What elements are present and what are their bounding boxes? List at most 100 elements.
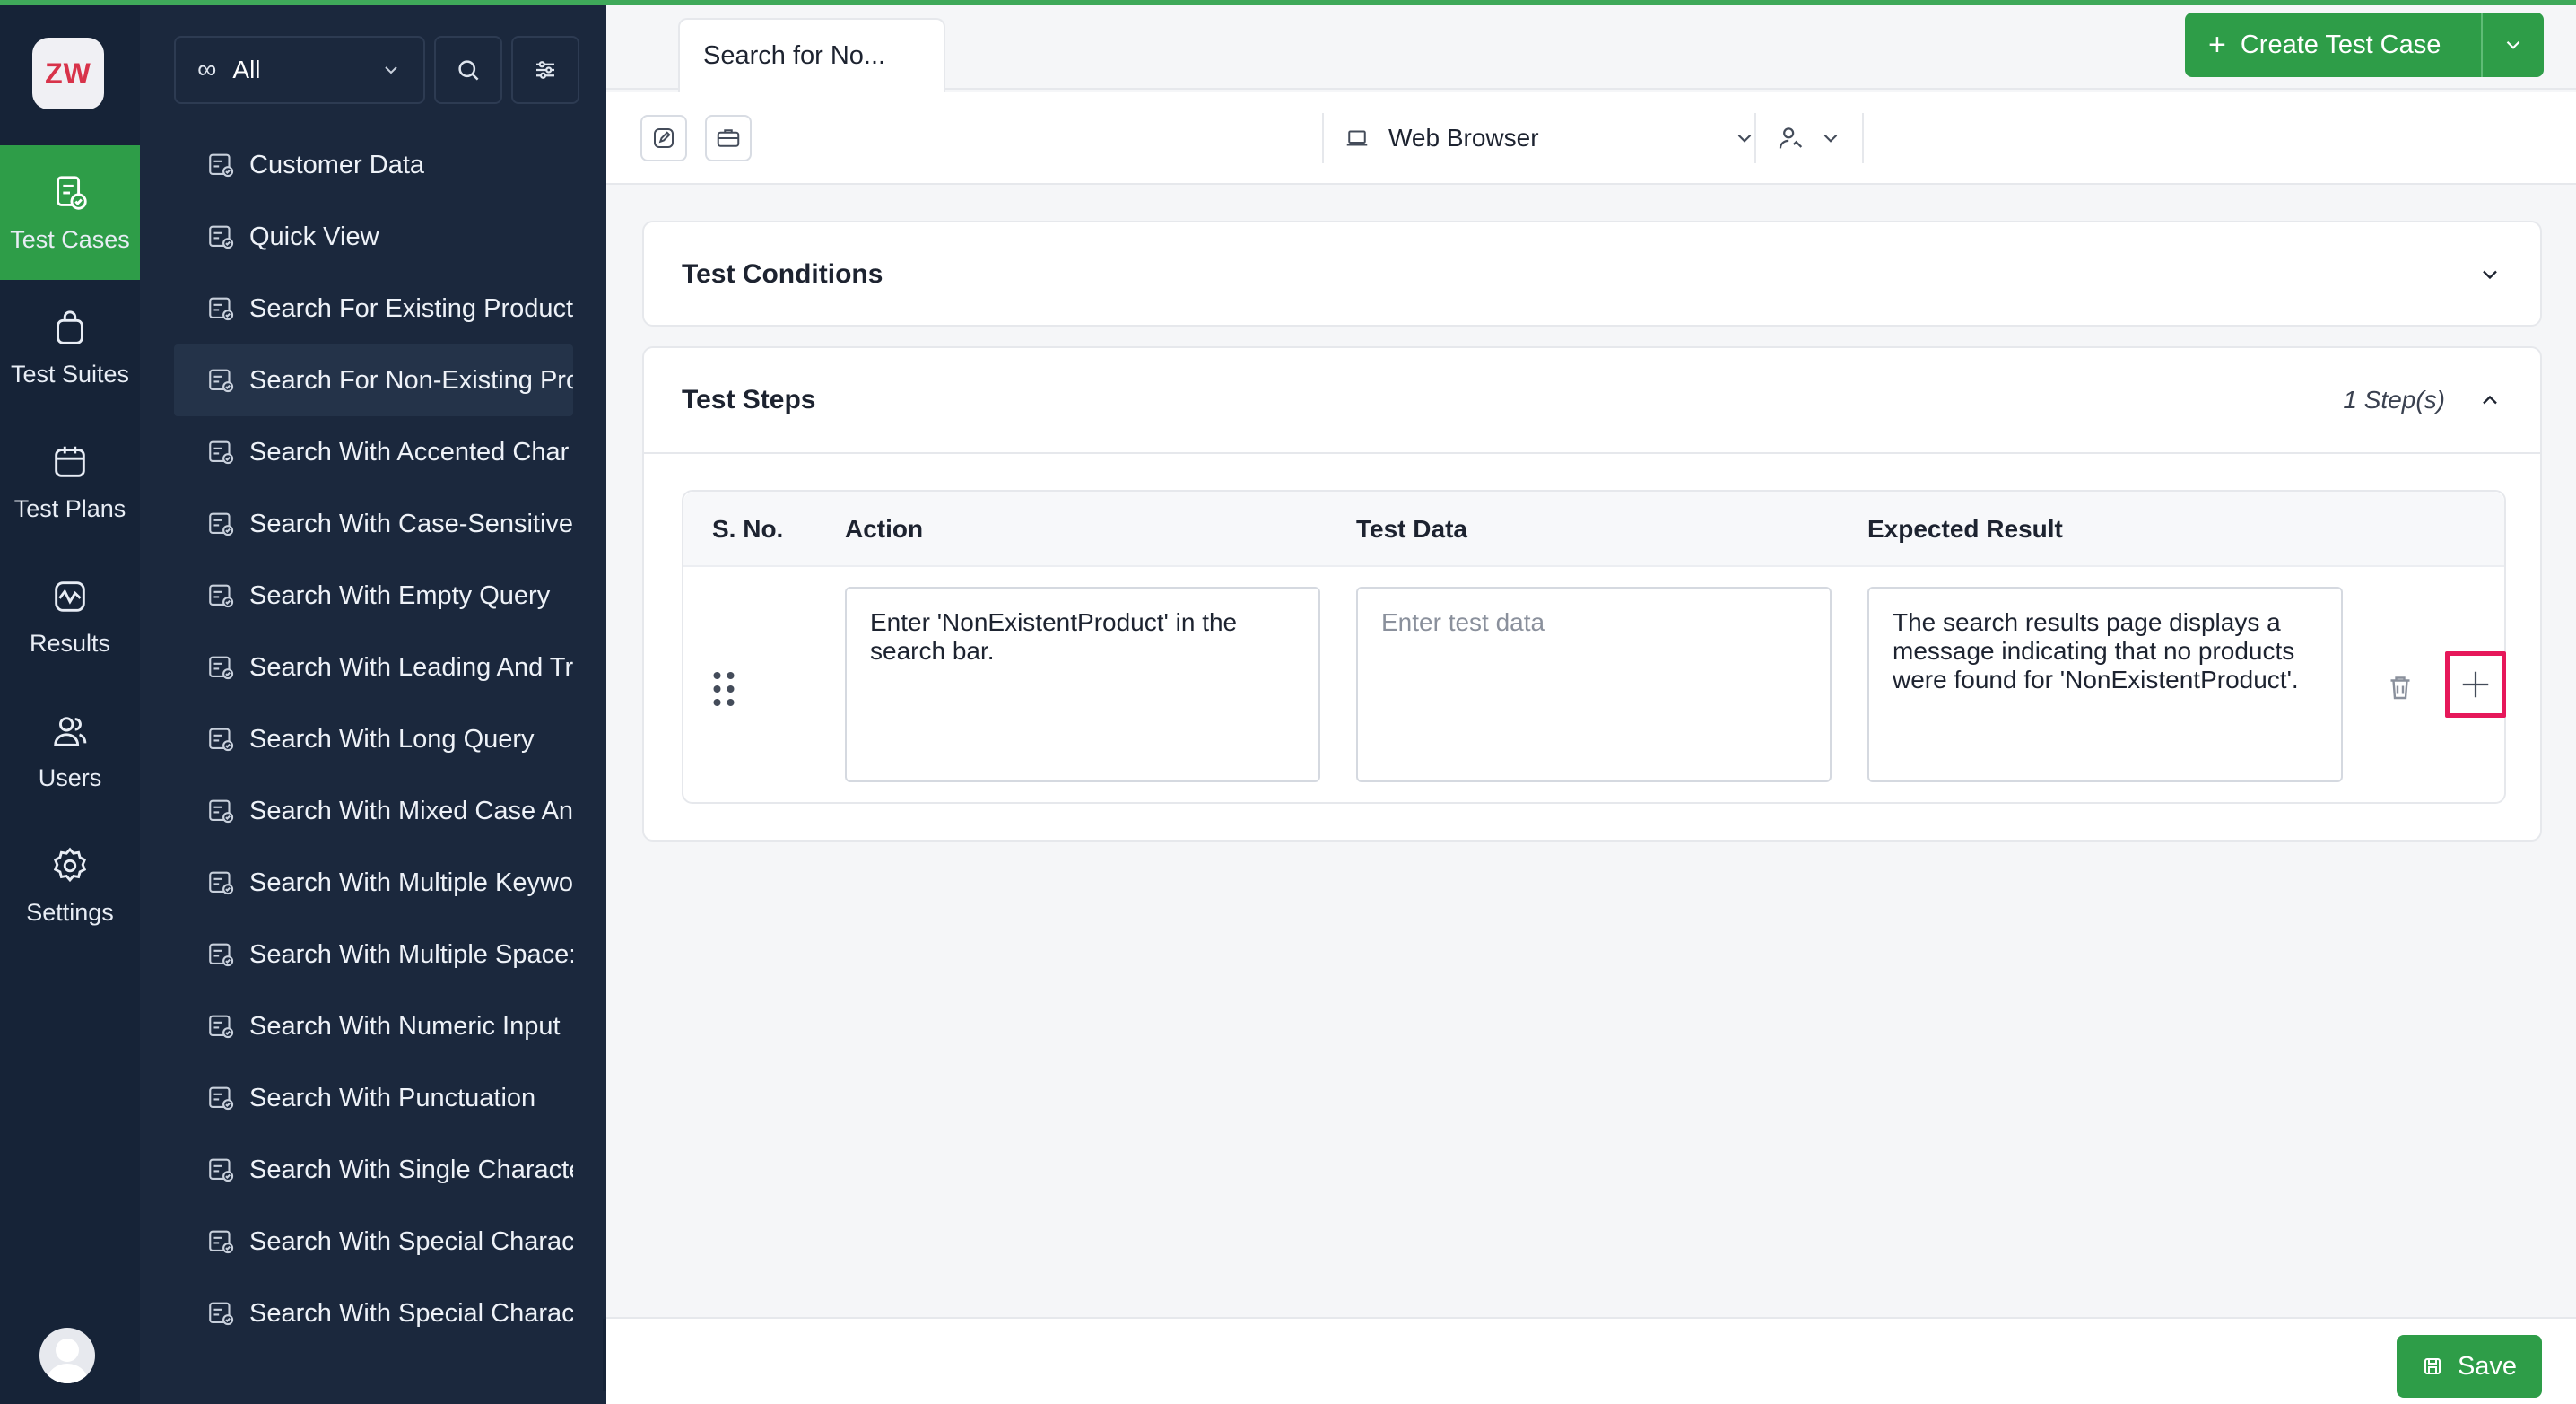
main-content: Search for No... + Create Test Case Web … [606, 5, 2576, 1404]
list-item[interactable]: Customer Data [174, 129, 573, 201]
create-test-case-label: Create Test Case [2240, 30, 2441, 59]
create-options-dropdown[interactable] [2481, 13, 2544, 77]
nav-test-cases[interactable]: Test Cases [0, 145, 140, 280]
list-item[interactable]: Search With Special Charac [174, 1206, 573, 1278]
list-item-selected[interactable]: Search For Non-Existing Pro [174, 344, 573, 416]
list-item[interactable]: Search With Punctuation [174, 1062, 573, 1134]
table-header: S. No. Action Test Data Expected Result [683, 492, 2504, 567]
column-header-action: Action [845, 515, 924, 543]
list-item-label: Search With Accented Char [249, 437, 570, 467]
test-case-icon [209, 656, 234, 680]
chevron-down-icon [2483, 270, 2497, 280]
list-item[interactable]: Search With Numeric Input [174, 990, 573, 1062]
list-item[interactable]: Search With Multiple Keywo [174, 847, 573, 919]
sidebar-filter-button[interactable] [511, 36, 579, 104]
test-case-icon [209, 1158, 234, 1182]
list-item [174, 111, 573, 129]
test-case-icon [209, 225, 234, 249]
chevron-down-icon [1737, 134, 1752, 143]
briefcase-button[interactable] [705, 115, 752, 161]
briefcase-icon [717, 129, 740, 147]
list-item[interactable]: Search With Accented Char [174, 416, 573, 488]
nav-users[interactable]: Users [0, 684, 140, 818]
list-item-label: Search With Punctuation [249, 1083, 536, 1112]
list-item-label: Search For Existing Product [249, 293, 573, 323]
list-item-label: Search With Special Charac [249, 1226, 573, 1256]
test-data-textarea[interactable]: Enter test data [1356, 587, 1832, 782]
list-item[interactable]: Search With Long Query [174, 703, 573, 775]
expected-result-textarea[interactable]: The search results page displays a messa… [1867, 587, 2343, 782]
section-divider [644, 452, 2540, 454]
test-case-icon [209, 1302, 234, 1326]
section-title: Test Steps [682, 385, 816, 414]
list-item-label: Search With Long Query [249, 724, 535, 754]
nav-test-plans[interactable]: Test Plans [0, 414, 140, 549]
app-logo[interactable]: ZW [32, 38, 104, 109]
sidebar-search-button[interactable] [434, 36, 502, 104]
save-icon [2424, 1358, 2441, 1374]
list-item-label: Search With Single Characte [249, 1155, 573, 1184]
test-case-list: Customer Data Quick View Search For Exis… [174, 111, 573, 1349]
edit-button[interactable] [640, 115, 687, 161]
add-step-button[interactable] [2445, 651, 2506, 718]
create-test-case-button[interactable]: + Create Test Case [2185, 13, 2544, 77]
test-case-sidebar: ∞ All Customer Data Quick View Search Fo… [140, 5, 606, 1404]
search-icon [458, 60, 479, 81]
trash-icon[interactable] [2384, 669, 2416, 705]
nav-label: Settings [26, 898, 114, 926]
test-case-icon [209, 297, 234, 321]
tab-strip: Search for No... + Create Test Case [606, 5, 2576, 92]
test-plans-icon [55, 446, 85, 477]
nav-settings[interactable]: Settings [0, 818, 140, 953]
toolbar-divider [1754, 113, 1756, 163]
chevron-up-icon [2483, 395, 2497, 405]
column-header-test-data: Test Data [1356, 515, 1467, 543]
sliders-icon [536, 61, 554, 79]
test-steps-header[interactable]: Test Steps 1 Step(s) [644, 348, 2540, 452]
list-item[interactable]: Search With Special Charac [174, 1278, 573, 1349]
test-case-icon [209, 1230, 234, 1254]
column-header-sno: S. No. [712, 515, 784, 543]
save-button[interactable]: Save [2397, 1335, 2542, 1398]
list-item-label: Search With Leading And Tr [249, 652, 573, 682]
list-item[interactable]: Search With Mixed Case Anc [174, 775, 573, 847]
steps-table: S. No. Action Test Data Expected Result … [682, 490, 2506, 804]
assignee-dropdown[interactable] [1776, 115, 1866, 161]
test-conditions-card: Test Conditions [642, 221, 2542, 327]
plus-icon: + [2208, 27, 2226, 62]
list-item[interactable]: Search For Existing Product [174, 273, 573, 344]
nav-results[interactable]: Results [0, 549, 140, 684]
avatar[interactable] [39, 1328, 95, 1383]
platform-value: Web Browser [1388, 124, 1539, 152]
list-item[interactable]: Search With Single Characte [174, 1134, 573, 1206]
nav-test-suites[interactable]: Test Suites [0, 280, 140, 414]
section-title: Test Conditions [682, 259, 883, 289]
list-item-label: Search With Case-Sensitive [249, 509, 573, 538]
list-item[interactable]: Search With Case-Sensitive [174, 488, 573, 560]
laptop-icon [1346, 130, 1368, 146]
tab-current-test-case[interactable]: Search for No... [678, 18, 945, 92]
list-item[interactable]: Search With Multiple Space: [174, 919, 573, 990]
sidebar-controls: ∞ All [174, 36, 579, 104]
drag-handle-icon[interactable] [710, 671, 737, 707]
list-item[interactable]: Quick View [174, 201, 573, 273]
list-item[interactable]: Search With Empty Query [174, 560, 573, 632]
list-item[interactable]: Search With Leading And Tr [174, 632, 573, 703]
save-label: Save [2457, 1351, 2518, 1381]
list-item-label: Customer Data [249, 150, 425, 179]
editor-toolbar: Web Browser [606, 92, 2576, 185]
platform-dropdown[interactable]: Web Browser [1344, 115, 1756, 161]
toolbar-divider [1862, 113, 1864, 163]
test-conditions-header[interactable]: Test Conditions [644, 222, 2540, 327]
user-assign-icon [1779, 127, 1803, 149]
users-icon [54, 716, 87, 746]
main-nav-rail: ZW Test Cases Test Suites Test Plans Res… [0, 5, 140, 1404]
filter-dropdown[interactable]: ∞ All [174, 36, 425, 104]
plus-icon [2462, 671, 2489, 698]
test-case-icon [209, 943, 234, 967]
chevron-down-icon [1823, 134, 1838, 143]
toolbar-divider [1322, 113, 1324, 163]
list-item-label: Search For Non-Existing Pro [249, 365, 573, 395]
action-textarea[interactable]: Enter 'NonExistentProduct' in the search… [845, 587, 1320, 782]
edit-icon [654, 128, 674, 148]
